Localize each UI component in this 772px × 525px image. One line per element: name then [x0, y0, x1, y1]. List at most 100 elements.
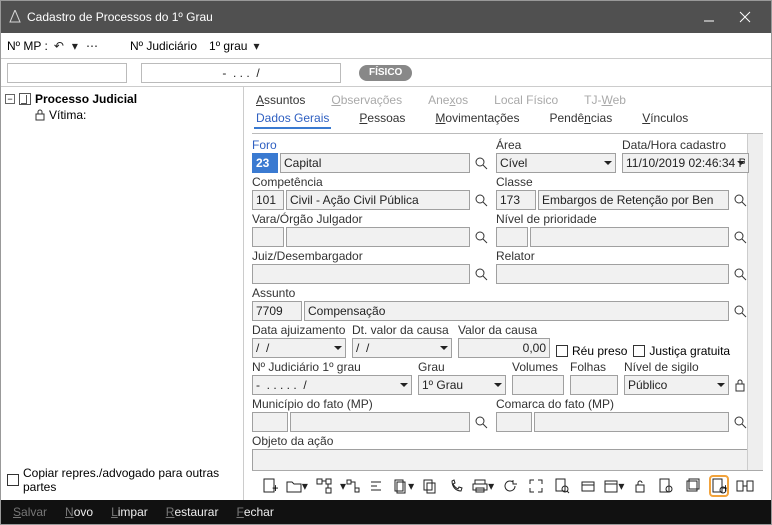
unlock-icon[interactable]	[630, 475, 650, 497]
tree-icon[interactable]	[314, 475, 334, 497]
tab-dados-gerais[interactable]: Dados Gerais	[254, 111, 331, 129]
tab-local-fisico[interactable]: Local Físico	[492, 93, 560, 109]
juiz-input[interactable]	[252, 264, 470, 284]
valor-input[interactable]	[458, 338, 550, 358]
scrollbar[interactable]	[747, 134, 763, 470]
tab-vinculos[interactable]: Vínculos	[640, 111, 690, 129]
tab-pendencias[interactable]: Pendências	[547, 111, 614, 129]
calendar-icon[interactable]: ▾	[604, 475, 624, 497]
comp-nome[interactable]	[286, 190, 470, 210]
area-select[interactable]	[496, 153, 616, 173]
comarca-nome[interactable]	[534, 412, 729, 432]
expand-icon[interactable]	[526, 475, 546, 497]
nmp-input[interactable]	[7, 63, 127, 83]
municipio-nome[interactable]	[290, 412, 470, 432]
user-doc-icon[interactable]	[656, 475, 676, 497]
status-limpar[interactable]: Limpar	[111, 505, 148, 519]
search-icon[interactable]	[472, 190, 490, 210]
nmp-label: Nº MP :	[7, 39, 48, 53]
archive-icon[interactable]	[578, 475, 598, 497]
classe-nome[interactable]	[538, 190, 729, 210]
search-icon[interactable]	[472, 227, 490, 247]
data-ajuiz-input[interactable]	[252, 338, 346, 358]
tab-pessoas[interactable]: Pessoas	[357, 111, 407, 129]
docs-icon[interactable]: ▾	[392, 475, 414, 497]
dropdown-icon[interactable]: ▾	[70, 39, 80, 53]
status-fechar[interactable]: Fechar	[236, 505, 273, 519]
branch-icon[interactable]: ▾	[340, 475, 360, 497]
more-icon[interactable]: ⋯	[84, 39, 100, 53]
volumes-input[interactable]	[512, 375, 564, 395]
copy-icon[interactable]	[420, 475, 440, 497]
dtvalor-input[interactable]	[352, 338, 452, 358]
objeto-textarea[interactable]	[252, 449, 749, 470]
tree-root[interactable]: − Processo Judicial	[5, 91, 239, 107]
sigilo-label: Nível de sigilo	[624, 360, 749, 374]
tipo-badge: FÍSICO	[359, 65, 412, 81]
align-icon[interactable]	[366, 475, 386, 497]
classe-code[interactable]	[496, 190, 536, 210]
tab-observacoes[interactable]: Observações	[329, 93, 404, 109]
grau-label-top: 1º grau	[209, 39, 247, 53]
municipio-code[interactable]	[252, 412, 288, 432]
nivel-code[interactable]	[496, 227, 528, 247]
reu-preso-label: Réu preso	[572, 344, 627, 358]
print-icon[interactable]: ▾	[472, 475, 494, 497]
tabs-row-1: Assuntos Observações Anexos Local Físico…	[252, 91, 763, 109]
tree-child[interactable]: Vítima:	[5, 107, 239, 123]
search-icon[interactable]	[472, 264, 490, 284]
status-novo[interactable]: Novo	[65, 505, 93, 519]
undo-icon[interactable]: ↶	[52, 39, 66, 53]
minimize-button[interactable]	[691, 1, 727, 33]
comarca-label: Comarca do fato (MP)	[496, 397, 749, 411]
relator-label: Relator	[496, 249, 749, 263]
foro-nome[interactable]	[280, 153, 470, 173]
municipio-label: Município do fato (MP)	[252, 397, 490, 411]
justica-checkbox[interactable]	[633, 345, 645, 357]
dhcad-input[interactable]	[622, 153, 749, 173]
app-logo-icon	[9, 10, 21, 24]
refresh-icon[interactable]	[500, 475, 520, 497]
new-doc-icon[interactable]: +	[260, 475, 280, 497]
assunto-code[interactable]	[252, 301, 302, 321]
vara-nome[interactable]	[286, 227, 470, 247]
numjud-input-top[interactable]	[141, 63, 341, 83]
lock-icon	[35, 109, 45, 121]
numjud-input[interactable]	[252, 375, 412, 395]
collapse-icon[interactable]: −	[5, 94, 15, 104]
reu-preso-checkbox[interactable]	[556, 345, 568, 357]
folhas-input[interactable]	[570, 375, 618, 395]
folhas-label: Folhas	[570, 360, 618, 374]
status-restaurar[interactable]: Restaurar	[166, 505, 219, 519]
phone-icon[interactable]	[446, 475, 466, 497]
comp-code[interactable]	[252, 190, 284, 210]
close-button[interactable]	[727, 1, 763, 33]
link-docs-icon[interactable]	[735, 475, 755, 497]
tab-assuntos[interactable]: Assuntos	[254, 93, 307, 109]
folder-icon[interactable]: ▾	[286, 475, 308, 497]
search-icon[interactable]	[472, 153, 490, 173]
dhcad-label: Data/Hora cadastro	[622, 138, 749, 152]
tab-movimentacoes[interactable]: Movimentações	[433, 111, 521, 129]
titlebar: Cadastro de Processos do 1º Grau	[1, 1, 771, 33]
search-icon[interactable]	[472, 412, 490, 432]
tab-tj-web[interactable]: TJ-Web	[582, 93, 628, 109]
nivel-label: Nível de prioridade	[496, 212, 749, 226]
foro-code[interactable]	[252, 153, 278, 173]
status-salvar[interactable]: Salvar	[13, 505, 47, 519]
comarca-code[interactable]	[496, 412, 532, 432]
relator-input[interactable]	[496, 264, 729, 284]
vara-code[interactable]	[252, 227, 284, 247]
volumes-label: Volumes	[512, 360, 564, 374]
copy-checkbox[interactable]	[7, 474, 19, 486]
chevron-down-icon[interactable]: ▾	[251, 39, 261, 53]
grau-select[interactable]	[418, 375, 506, 395]
nivel-nome[interactable]	[530, 227, 729, 247]
assunto-nome[interactable]	[304, 301, 729, 321]
sigilo-select[interactable]	[624, 375, 729, 395]
tab-anexos[interactable]: Anexos	[426, 93, 470, 109]
highlighted-tool-icon[interactable]: +	[709, 475, 729, 497]
tree-child-label: Vítima:	[49, 108, 86, 122]
search-doc-icon[interactable]	[552, 475, 572, 497]
stack-icon[interactable]	[683, 475, 703, 497]
